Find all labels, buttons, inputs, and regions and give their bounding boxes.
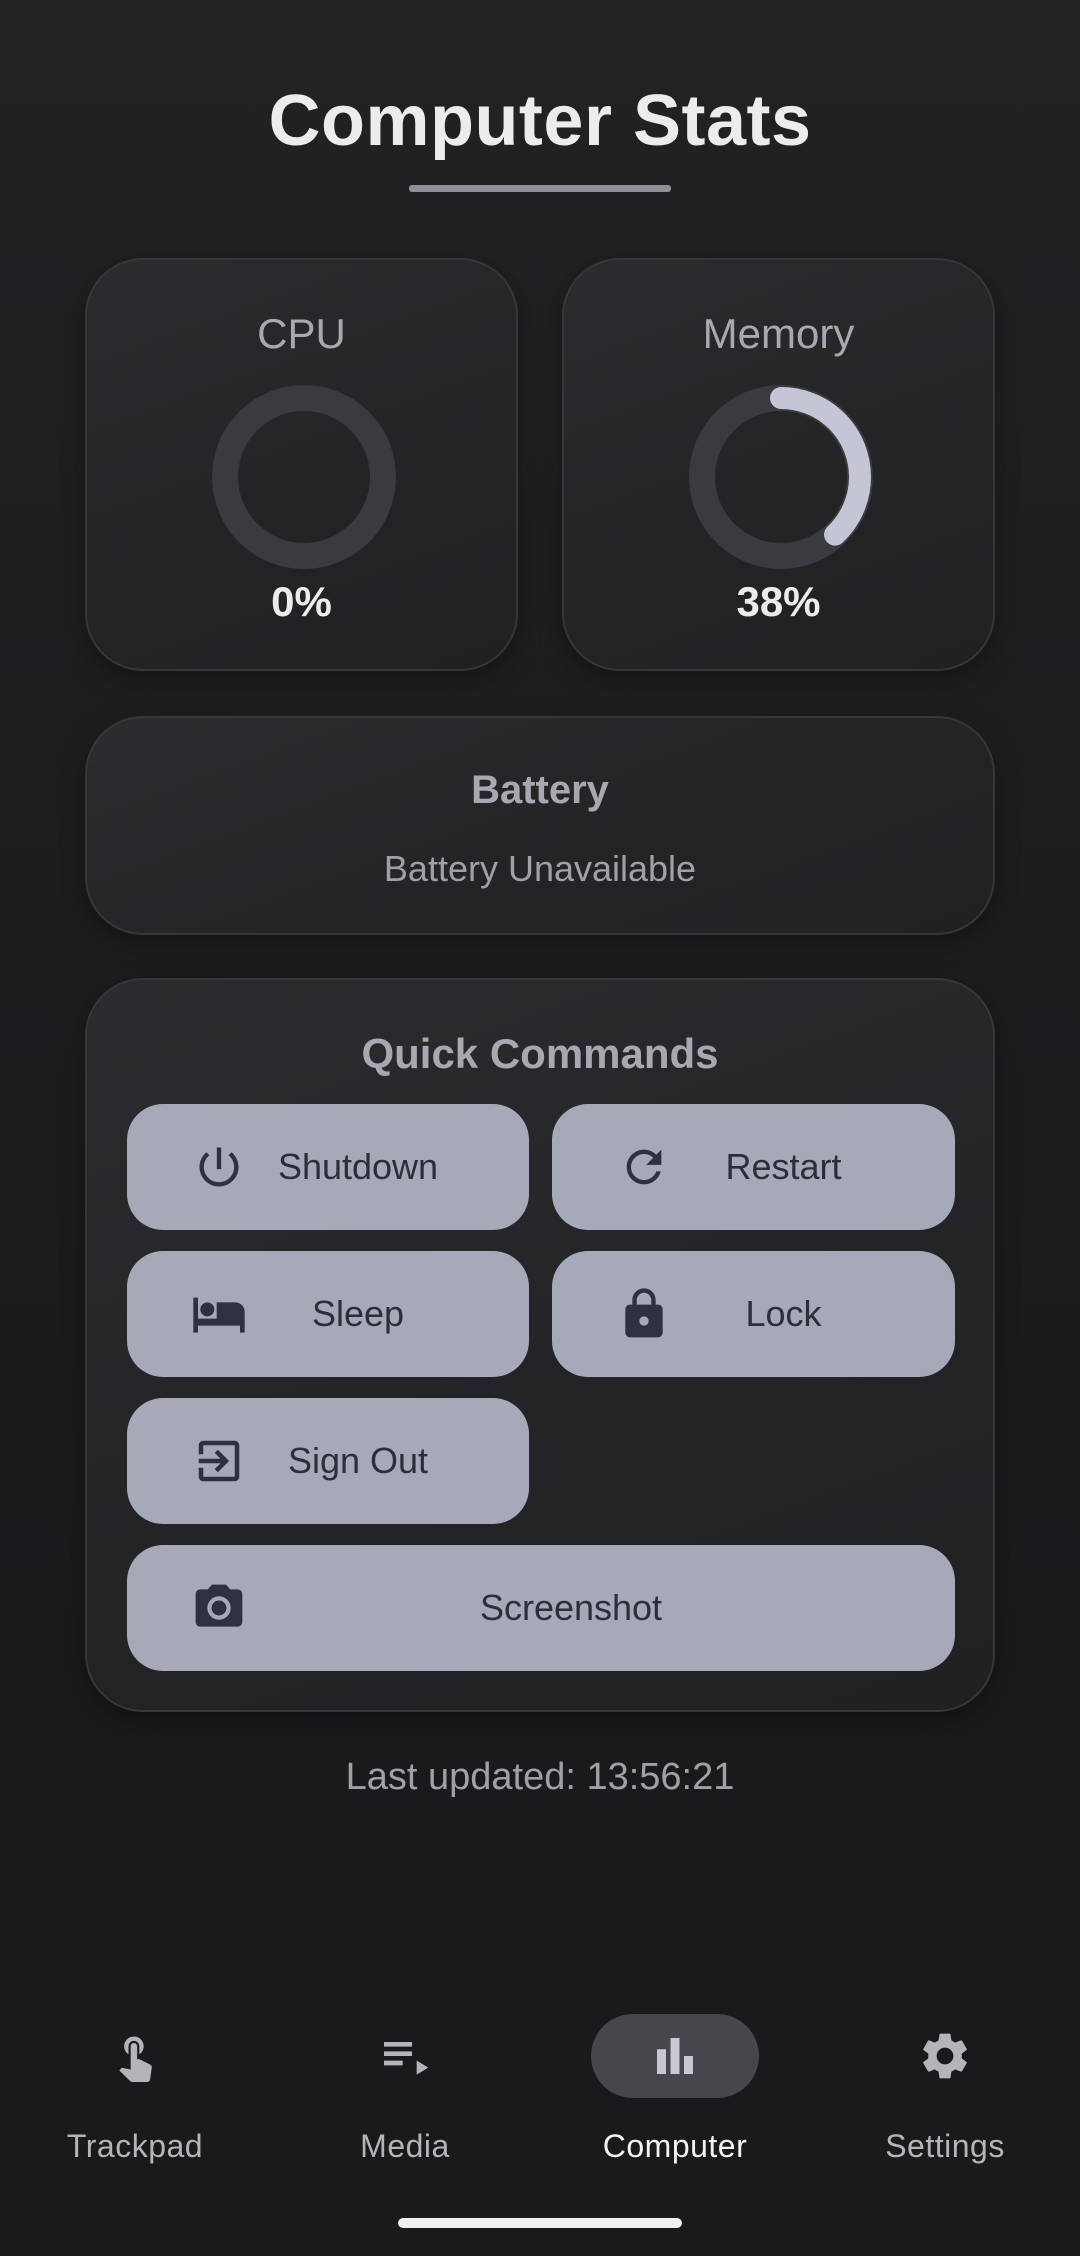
nav-label-media: Media	[360, 2128, 450, 2164]
sleep-label: Sleep	[311, 1293, 405, 1334]
nav-label-settings: Settings	[885, 2128, 1005, 2164]
nav-item-media[interactable]: Media	[270, 1984, 540, 2184]
title-underline	[409, 185, 671, 192]
home-indicator	[398, 2218, 682, 2228]
memory-card: Memory 38%	[562, 258, 995, 671]
sign-out-label: Sign Out	[287, 1440, 429, 1481]
exit-icon	[191, 1433, 247, 1489]
refresh-icon	[616, 1139, 672, 1195]
screenshot-button[interactable]: Screenshot	[127, 1545, 955, 1671]
sleep-button[interactable]: Sleep	[127, 1251, 529, 1377]
lock-button[interactable]: Lock	[552, 1251, 955, 1377]
cpu-gauge-track	[212, 385, 396, 569]
lock-icon	[616, 1286, 672, 1342]
battery-card: Battery Battery Unavailable	[85, 716, 995, 935]
nav-item-settings[interactable]: Settings	[810, 1984, 1080, 2184]
touch-icon	[51, 2014, 219, 2098]
shutdown-label: Shutdown	[277, 1146, 439, 1187]
memory-value: 38%	[736, 578, 821, 625]
memory-gauge	[689, 385, 873, 569]
quick-commands-title: Quick Commands	[361, 1030, 719, 1077]
last-updated: Last updated: 13:56:21	[345, 1756, 735, 1798]
page-title: Computer Stats	[268, 81, 812, 161]
quick-commands-card: Quick Commands Shutdown Restart Sleep Lo…	[85, 978, 995, 1712]
cpu-card: CPU 0%	[85, 258, 518, 671]
bar-chart-icon	[591, 2014, 759, 2098]
lock-label: Lock	[745, 1293, 822, 1334]
restart-label: Restart	[725, 1146, 842, 1187]
battery-title: Battery	[471, 768, 609, 812]
cpu-value: 0%	[271, 578, 332, 625]
cpu-label: CPU	[257, 310, 346, 357]
bed-icon	[191, 1286, 247, 1342]
gear-icon	[861, 2014, 1029, 2098]
shutdown-button[interactable]: Shutdown	[127, 1104, 529, 1230]
restart-button[interactable]: Restart	[552, 1104, 955, 1230]
nav-label-computer: Computer	[602, 2128, 748, 2164]
cpu-gauge	[212, 385, 396, 569]
nav-item-computer[interactable]: Computer	[540, 1984, 810, 2184]
power-icon	[191, 1139, 247, 1195]
nav-label-trackpad: Trackpad	[66, 2128, 204, 2164]
camera-icon	[191, 1580, 247, 1636]
bottom-nav: Trackpad Media Computer Settings	[0, 1984, 1080, 2256]
memory-label: Memory	[702, 310, 855, 357]
nav-item-trackpad[interactable]: Trackpad	[0, 1984, 270, 2184]
battery-status: Battery Unavailable	[383, 848, 697, 889]
sign-out-button[interactable]: Sign Out	[127, 1398, 529, 1524]
playlist-icon	[321, 2014, 489, 2098]
screenshot-label: Screenshot	[479, 1587, 663, 1628]
